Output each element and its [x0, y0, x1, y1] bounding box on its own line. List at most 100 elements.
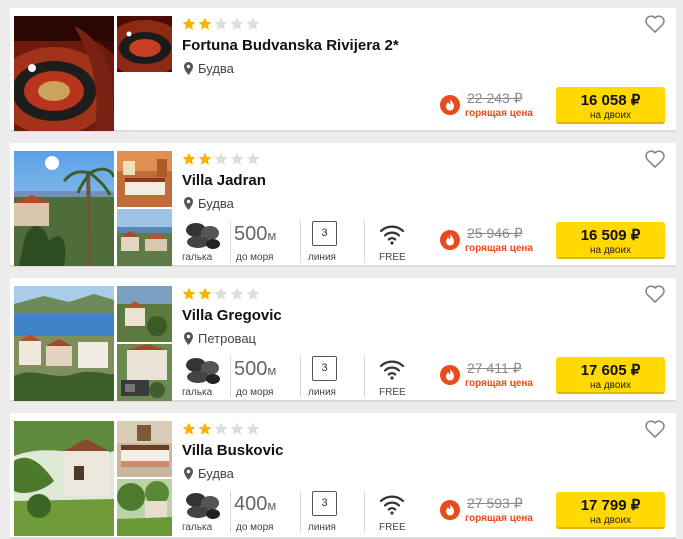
- price-button[interactable]: 17 605 ₽ на двоих: [556, 357, 665, 394]
- price-value: 17 605 ₽: [580, 362, 641, 379]
- star-empty-icon: [246, 422, 260, 435]
- price-subtitle: на двоих: [589, 515, 632, 526]
- amenity-distance: 500м до моря: [234, 354, 294, 400]
- favorite-heart-icon[interactable]: [645, 420, 665, 438]
- hotel-photo-thumb[interactable]: [117, 151, 172, 207]
- distance-value: 500: [234, 358, 268, 380]
- star-filled-icon: [182, 287, 196, 300]
- hotel-photo-main[interactable]: [14, 151, 114, 266]
- wifi-icon: [379, 495, 405, 515]
- amenity-beach: галька: [182, 489, 230, 535]
- favorite-heart-icon[interactable]: [645, 150, 665, 168]
- distance-label: до моря: [236, 252, 274, 263]
- hotel-name[interactable]: Villa Gregovic: [182, 307, 282, 324]
- divider: [364, 221, 365, 263]
- star-filled-icon: [182, 422, 196, 435]
- price-subtitle: на двоих: [589, 245, 632, 256]
- amenity-beach: галька: [182, 219, 230, 265]
- divider: [300, 356, 301, 398]
- amenity-line: 3 линия: [308, 489, 348, 535]
- hotel-location: Будва: [184, 61, 234, 76]
- hotel-photo-main[interactable]: [14, 421, 114, 536]
- favorite-heart-icon[interactable]: [645, 285, 665, 303]
- distance-label: до моря: [236, 387, 274, 398]
- location-text: Будва: [198, 196, 234, 211]
- line-label: линия: [308, 387, 336, 398]
- hot-price: 27 593 ₽ горящая цена: [440, 493, 564, 525]
- hotel-list: Fortuna Budvanska Rivijera 2* Будва 22 2…: [0, 0, 683, 539]
- hotel-photo-thumb[interactable]: [117, 344, 172, 401]
- hotel-card[interactable]: Villa Gregovic Петровац галька 500м до м…: [10, 278, 676, 402]
- price-button[interactable]: 17 799 ₽ на двоих: [556, 492, 665, 529]
- hot-price-label: горящая цена: [465, 378, 533, 389]
- star-empty-icon: [214, 152, 228, 165]
- location-text: Петровац: [198, 331, 256, 346]
- hot-price-label: горящая цена: [465, 513, 533, 524]
- beach-type: галька: [182, 252, 213, 263]
- distance-unit: м: [267, 498, 277, 513]
- wifi-icon: [379, 225, 405, 245]
- price-value: 16 058 ₽: [580, 92, 641, 109]
- star-filled-icon: [198, 287, 212, 300]
- wifi-label: FREE: [379, 252, 406, 263]
- location-pin-icon: [184, 467, 193, 480]
- star-empty-icon: [246, 287, 260, 300]
- price-button[interactable]: 16 509 ₽ на двоих: [556, 222, 665, 259]
- star-empty-icon: [246, 17, 260, 30]
- hotel-photo-main[interactable]: [14, 16, 114, 131]
- amenity-wifi: FREE: [376, 489, 416, 535]
- divider: [230, 221, 231, 263]
- amenity-distance: 500м до моря: [234, 219, 294, 265]
- hot-price: 27 411 ₽ горящая цена: [440, 358, 564, 390]
- hotel-photo-thumb[interactable]: [117, 286, 172, 342]
- price-button[interactable]: 16 058 ₽ на двоих: [556, 87, 665, 124]
- hotel-photo-thumb[interactable]: [117, 209, 172, 266]
- favorite-heart-icon[interactable]: [645, 15, 665, 33]
- divider: [230, 356, 231, 398]
- line-label: линия: [308, 252, 336, 263]
- hotel-photo-thumb[interactable]: [117, 421, 172, 477]
- hotel-photo-thumb[interactable]: [117, 16, 172, 72]
- star-empty-icon: [214, 287, 228, 300]
- divider: [300, 491, 301, 533]
- old-price: 27 411 ₽: [467, 360, 522, 376]
- wifi-icon: [379, 360, 405, 380]
- hotel-name[interactable]: Villa Buskovic: [182, 442, 283, 459]
- divider: [300, 221, 301, 263]
- distance-label: до моря: [236, 522, 274, 533]
- amenity-wifi: FREE: [376, 219, 416, 265]
- amenity-beach: галька: [182, 354, 230, 400]
- price-value: 16 509 ₽: [580, 227, 641, 244]
- star-empty-icon: [230, 287, 244, 300]
- divider: [230, 491, 231, 533]
- star-rating: [182, 152, 260, 166]
- star-filled-icon: [182, 152, 196, 165]
- distance-unit: м: [267, 228, 277, 243]
- star-empty-icon: [230, 422, 244, 435]
- location-text: Будва: [198, 466, 234, 481]
- pebbles-icon: [186, 493, 220, 519]
- star-rating: [182, 422, 260, 436]
- star-filled-icon: [198, 152, 212, 165]
- old-price: 22 243 ₽: [467, 90, 523, 106]
- wifi-label: FREE: [379, 387, 406, 398]
- hotel-card[interactable]: Villa Jadran Будва галька 500м до моря 3…: [10, 143, 676, 267]
- line-number: 3: [312, 491, 337, 516]
- hotel-card[interactable]: Villa Buskovic Будва галька 400м до моря…: [10, 413, 676, 539]
- hotel-name[interactable]: Fortuna Budvanska Rivijera 2*: [182, 37, 399, 54]
- hot-price-label: горящая цена: [465, 243, 533, 254]
- amenity-wifi: FREE: [376, 354, 416, 400]
- old-price: 25 946 ₽: [467, 225, 523, 241]
- star-empty-icon: [230, 152, 244, 165]
- fire-icon: [440, 95, 460, 115]
- amenity-distance: 400м до моря: [234, 489, 294, 535]
- old-price: 27 593 ₽: [467, 495, 523, 511]
- hotel-photo-main[interactable]: [14, 286, 114, 401]
- hotel-photo-thumb[interactable]: [117, 479, 172, 536]
- hotel-name[interactable]: Villa Jadran: [182, 172, 266, 189]
- hotel-card[interactable]: Fortuna Budvanska Rivijera 2* Будва 22 2…: [10, 8, 676, 132]
- star-empty-icon: [214, 422, 228, 435]
- star-filled-icon: [198, 17, 212, 30]
- amenity-line: 3 линия: [308, 354, 348, 400]
- fire-icon: [440, 500, 460, 520]
